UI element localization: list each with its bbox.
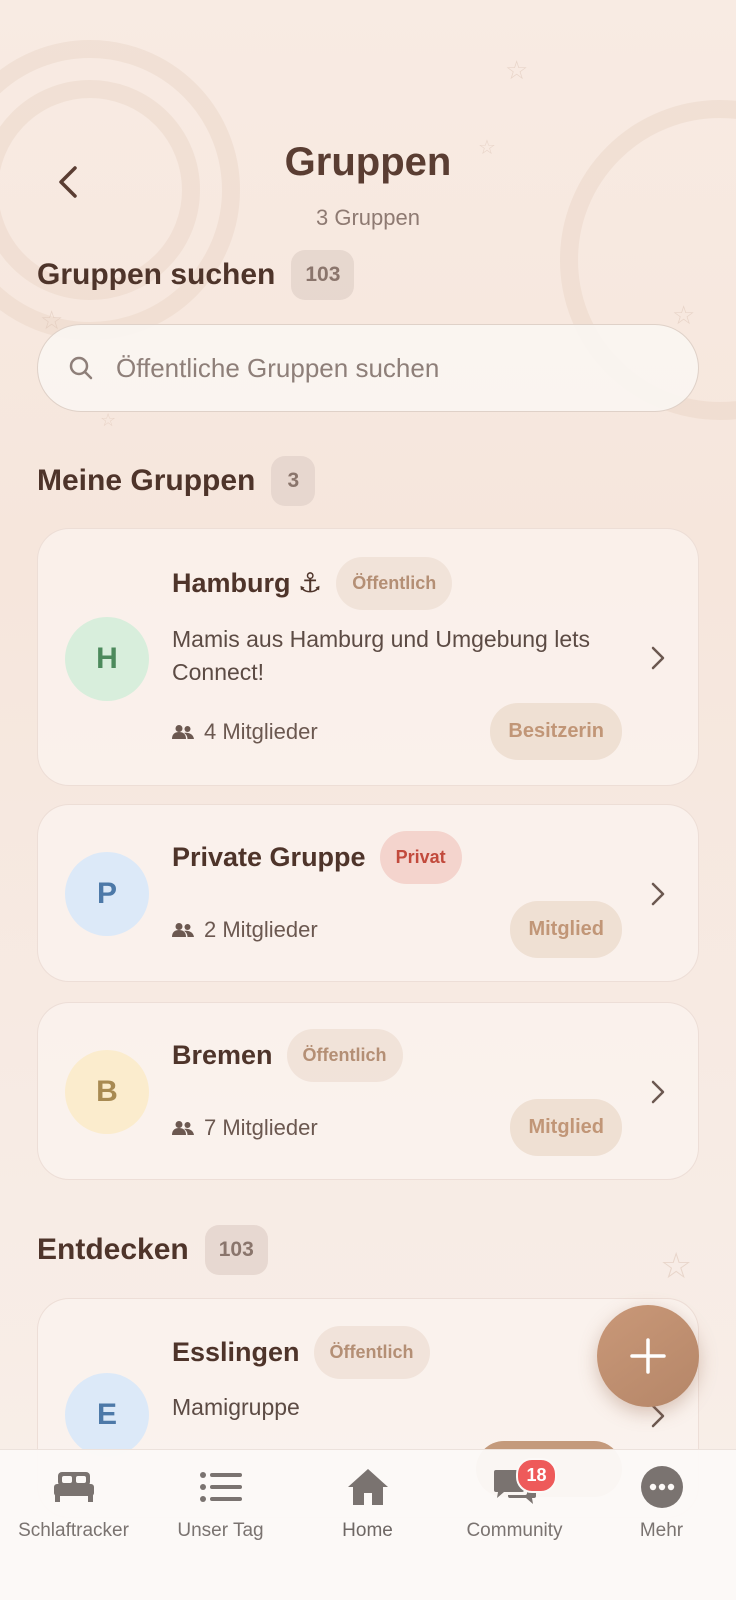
chevron-right-icon: [651, 1080, 665, 1104]
role-badge: Besitzerin: [490, 703, 622, 760]
plus-icon: [630, 1338, 666, 1374]
member-count: 4 Mitglieder: [172, 719, 318, 745]
bottom-tab-bar: Schlaftracker Unser Tag Home 18 Communit…: [0, 1449, 736, 1600]
member-count-text: 4 Mitglieder: [204, 719, 318, 744]
tab-community[interactable]: 18 Community: [441, 1458, 588, 1564]
visibility-badge: Privat: [379, 831, 462, 884]
list-icon: [195, 1464, 247, 1510]
search-placeholder: Öffentliche Gruppen suchen: [116, 352, 440, 383]
group-name: Hamburg ⚓: [172, 568, 323, 598]
group-name-row: Private Gruppe Privat: [172, 831, 462, 884]
section-title: Entdecken: [37, 1233, 189, 1266]
home-icon: [342, 1464, 394, 1510]
role-badge: Mitglied: [510, 1099, 622, 1156]
visibility-badge: Öffentlich: [336, 557, 453, 610]
group-card-hamburg[interactable]: H Hamburg ⚓ Öffentlich Mamis aus Hamburg…: [37, 528, 699, 786]
section-title: Meine Gruppen: [37, 464, 256, 497]
people-icon: [172, 923, 194, 937]
group-avatar: H: [65, 617, 149, 701]
chat-bubbles-icon: 18: [489, 1458, 557, 1510]
group-name-row: Hamburg ⚓ Öffentlich: [172, 557, 453, 610]
group-name-row: Bremen Öffentlich: [172, 1029, 403, 1082]
role-badge: Mitglied: [510, 901, 622, 958]
group-description: Mamigruppe: [172, 1394, 300, 1420]
page-subtitle: 3 Gruppen: [316, 205, 420, 230]
tab-mehr[interactable]: Mehr: [588, 1464, 735, 1564]
tab-unser-tag[interactable]: Unser Tag: [147, 1464, 294, 1564]
tab-home[interactable]: Home: [294, 1464, 441, 1564]
bed-icon: [48, 1464, 100, 1510]
member-count-text: 2 Mitglieder: [204, 917, 318, 942]
count-badge: 3: [271, 456, 316, 506]
tab-schlaftracker[interactable]: Schlaftracker: [0, 1464, 147, 1564]
group-card-bremen[interactable]: B Bremen Öffentlich 7 Mitglieder Mitglie…: [37, 1002, 699, 1180]
tab-label: Home: [342, 1520, 393, 1541]
search-input[interactable]: Öffentliche Gruppen suchen: [37, 324, 699, 412]
discover-header: Entdecken 103: [37, 1225, 268, 1275]
add-group-button[interactable]: [597, 1305, 699, 1407]
count-badge: 103: [204, 1225, 268, 1275]
notification-badge: 18: [516, 1458, 557, 1493]
people-icon: [172, 1121, 194, 1135]
group-description: Mamis aus Hamburg und Umgebung lets Conn…: [172, 626, 591, 685]
my-groups-header: Meine Gruppen 3: [37, 456, 316, 506]
count-badge: 103: [291, 250, 355, 300]
member-count-text: 7 Mitglieder: [204, 1115, 318, 1140]
chevron-right-icon: [651, 646, 665, 670]
people-icon: [172, 725, 194, 739]
tab-label: Mehr: [639, 1520, 684, 1541]
section-title: Gruppen suchen: [37, 258, 276, 291]
more-dots-icon: [636, 1464, 688, 1510]
group-avatar: E: [65, 1373, 149, 1457]
group-avatar: B: [65, 1050, 149, 1134]
tab-label: Community: [466, 1520, 563, 1541]
group-name: Private Gruppe: [172, 842, 366, 872]
member-count: 7 Mitglieder: [172, 1115, 318, 1141]
chevron-right-icon: [651, 882, 665, 906]
tab-label: Schlaftracker: [18, 1520, 129, 1541]
group-avatar: P: [65, 852, 149, 936]
group-name: Bremen: [172, 1040, 273, 1070]
page-title: Gruppen: [284, 140, 452, 184]
visibility-badge: Öffentlich: [313, 1326, 430, 1379]
search-section-header: Gruppen suchen 103: [37, 250, 355, 300]
tab-label: Unser Tag: [177, 1520, 264, 1541]
header: Gruppen 3 Gruppen: [0, 0, 736, 240]
group-card-private[interactable]: P Private Gruppe Privat 2 Mitglieder Mit…: [37, 804, 699, 982]
group-name: Esslingen: [172, 1337, 300, 1367]
group-name-row: Esslingen Öffentlich: [172, 1326, 430, 1379]
member-count: 2 Mitglieder: [172, 917, 318, 943]
visibility-badge: Öffentlich: [286, 1029, 403, 1082]
search-icon: [69, 356, 93, 380]
